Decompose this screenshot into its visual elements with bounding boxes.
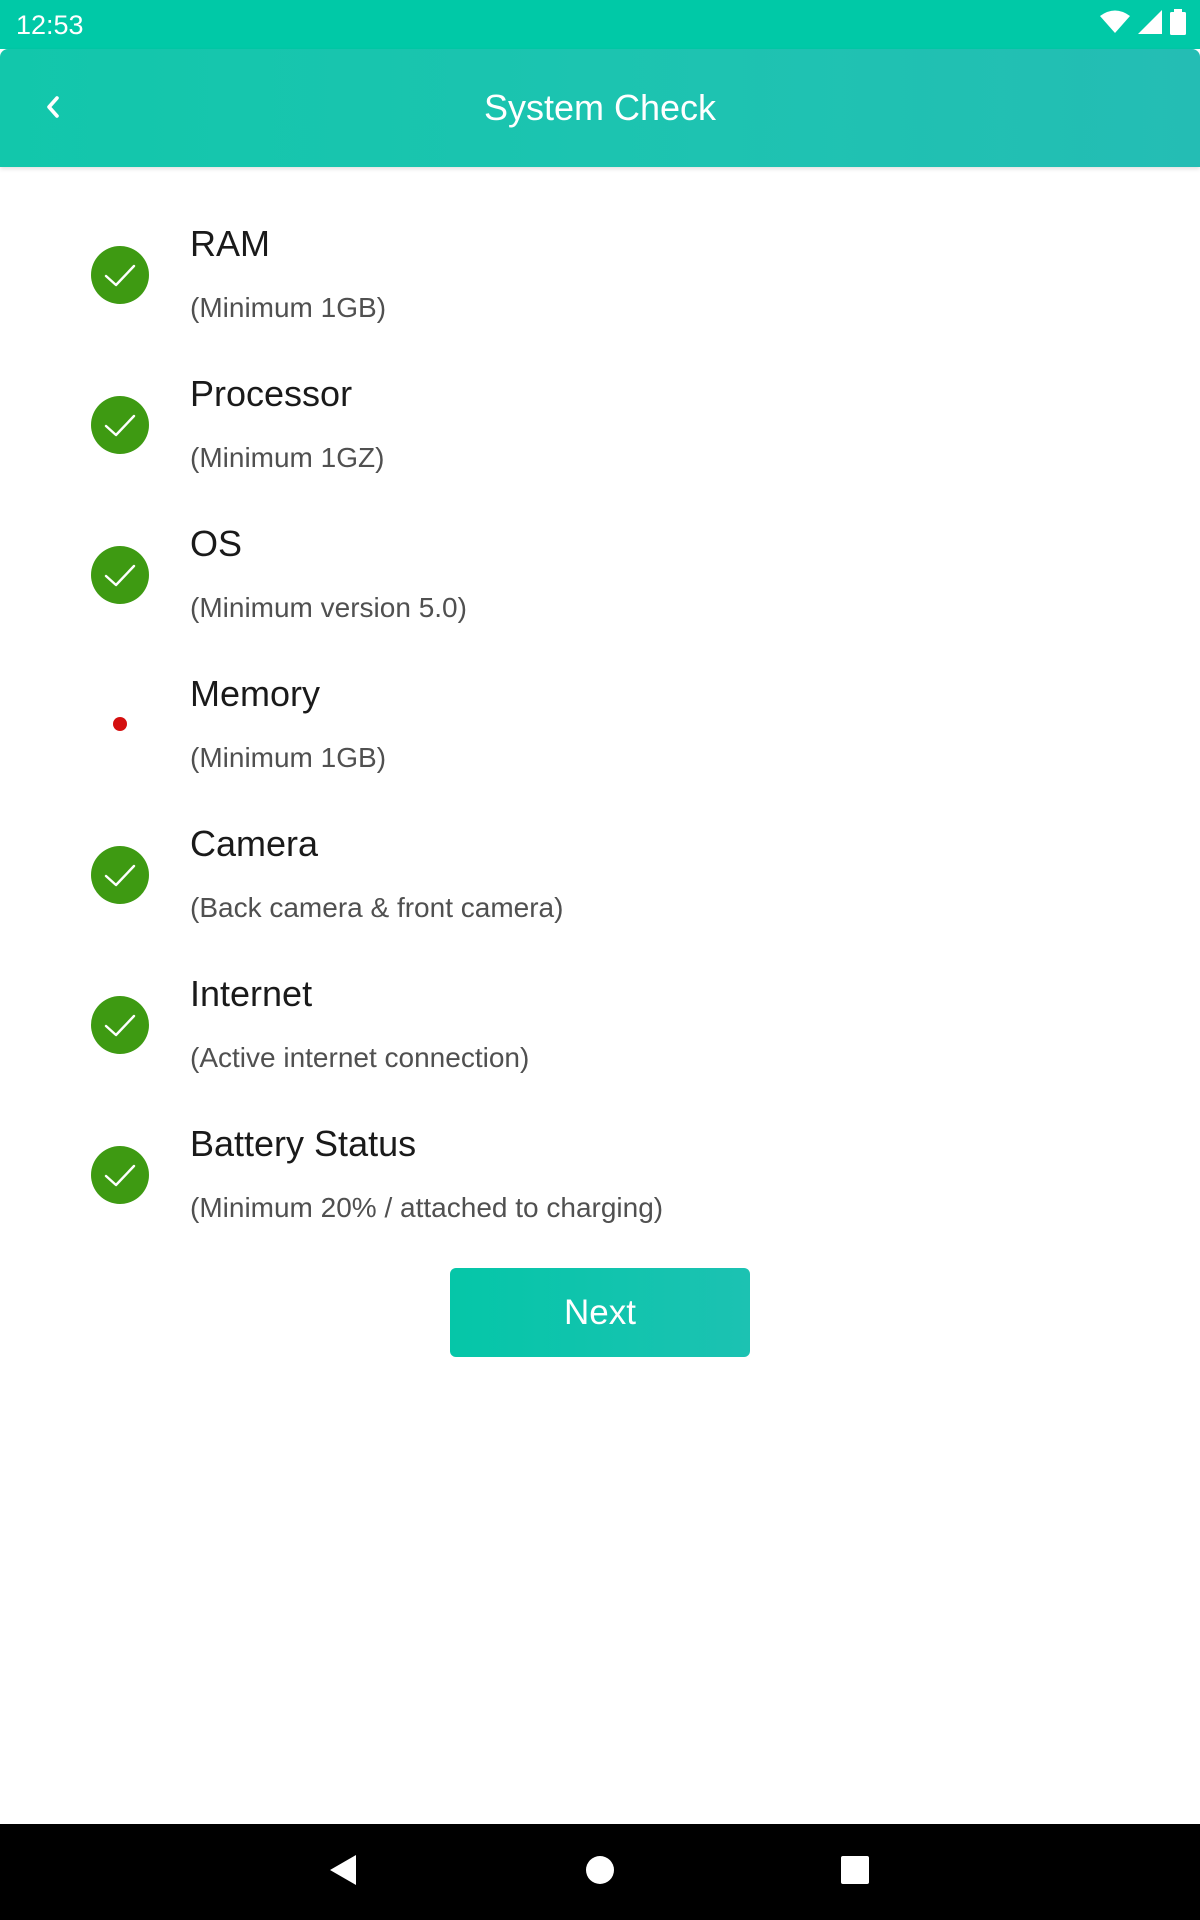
check-requirement: (Minimum 20% / attached to charging)	[190, 1192, 664, 1223]
check-item-processor: Processor (Minimum 1GZ)	[0, 317, 1200, 473]
status-bar: 12:53	[0, 0, 1200, 49]
back-triangle-icon	[328, 1853, 358, 1892]
next-button[interactable]: Next	[450, 1268, 750, 1357]
check-item-memory: Memory (Minimum 1GB)	[0, 617, 1200, 773]
check-title: Battery Status	[190, 1123, 417, 1164]
failed-status-dot-icon	[113, 717, 127, 731]
check-title: OS	[190, 523, 243, 564]
check-item-internet: Internet (Active internet connection)	[0, 917, 1200, 1073]
check-title: RAM	[190, 223, 270, 264]
check-item-battery-status: Battery Status (Minimum 20% / attached t…	[0, 1067, 1200, 1223]
page-title: System Check	[483, 87, 717, 128]
battery-icon	[1170, 8, 1186, 40]
status-icons	[1100, 8, 1186, 40]
wifi-icon	[1100, 10, 1130, 39]
chevron-left-icon	[43, 94, 63, 125]
check-title: Memory	[190, 673, 321, 714]
nav-recents-button[interactable]	[805, 1824, 905, 1920]
nav-back-button[interactable]	[293, 1824, 393, 1920]
check-circle-icon	[90, 845, 150, 905]
back-button[interactable]	[28, 84, 78, 134]
check-item-ram: RAM (Minimum 1GB)	[0, 167, 1200, 323]
check-item-camera: Camera (Back camera & front camera)	[0, 767, 1200, 923]
check-circle-icon	[90, 545, 150, 605]
system-navigation-bar	[0, 1824, 1200, 1920]
check-circle-icon	[90, 995, 150, 1055]
recents-square-icon	[840, 1855, 870, 1890]
check-circle-icon	[90, 245, 150, 305]
signal-icon	[1138, 9, 1162, 39]
home-circle-icon	[584, 1854, 616, 1891]
check-title: Internet	[190, 973, 313, 1014]
check-circle-icon	[90, 395, 150, 455]
status-time: 12:53	[16, 10, 84, 40]
check-title: Processor	[190, 373, 353, 414]
check-title: Camera	[190, 823, 319, 864]
nav-home-button[interactable]	[550, 1824, 650, 1920]
check-circle-icon	[90, 1145, 150, 1205]
app-bar: System Check	[0, 49, 1200, 167]
check-item-os: OS (Minimum version 5.0)	[0, 467, 1200, 623]
